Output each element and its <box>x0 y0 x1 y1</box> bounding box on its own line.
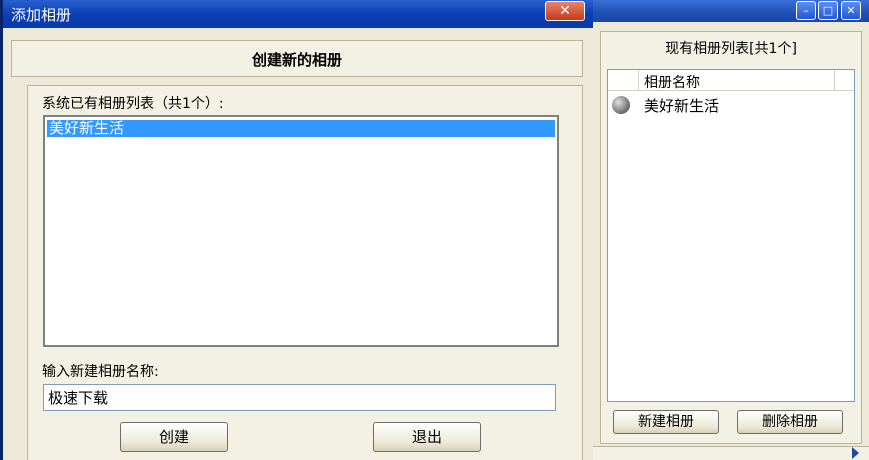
existing-albums-label: 系统已有相册列表（共1个）: <box>42 96 224 112</box>
album-manager-window: – □ ✕ 现有相册列表[共1个] 相册名称 美好新生活 新建相册 删除相册 <box>592 0 869 460</box>
exit-button[interactable]: 退出 <box>373 422 481 452</box>
expand-arrow-icon[interactable] <box>852 447 859 459</box>
dialog-close-button[interactable]: ✕ <box>545 1 585 21</box>
maximize-button[interactable]: □ <box>818 1 838 20</box>
create-button[interactable]: 创建 <box>120 422 228 452</box>
album-list-item[interactable]: 美好新生活 <box>612 94 850 116</box>
bottom-panel-strip <box>592 446 869 460</box>
album-list-header: 相册名称 <box>608 70 854 91</box>
minimize-button[interactable]: – <box>796 1 816 20</box>
column-separator[interactable] <box>638 70 639 90</box>
dialog-header: 创建新的相册 <box>11 40 583 77</box>
existing-album-item[interactable]: 美好新生活 <box>47 120 555 137</box>
dialog-heading: 创建新的相册 <box>251 51 342 69</box>
close-button[interactable]: ✕ <box>841 1 861 20</box>
column-separator[interactable] <box>834 70 835 90</box>
existing-albums-title: 现有相册列表[共1个] <box>665 41 797 57</box>
column-header-album-name[interactable]: 相册名称 <box>644 72 700 92</box>
dialog-title: 添加相册 <box>11 6 72 24</box>
album-globe-icon <box>612 96 630 114</box>
delete-album-button[interactable]: 删除相册 <box>737 410 843 434</box>
new-album-name-label: 输入新建相册名称: <box>42 364 159 380</box>
new-album-button[interactable]: 新建相册 <box>613 410 719 434</box>
album-manager-titlebar: – □ ✕ <box>592 0 869 22</box>
album-list-item-label: 美好新生活 <box>644 97 720 115</box>
existing-albums-panel: 现有相册列表[共1个] 相册名称 美好新生活 新建相册 删除相册 <box>600 31 862 444</box>
album-list[interactable]: 相册名称 美好新生活 <box>607 69 855 402</box>
existing-albums-listbox[interactable]: 美好新生活 <box>43 115 559 347</box>
dialog-body: 系统已有相册列表（共1个）: 美好新生活 输入新建相册名称: 创建 退出 <box>27 85 583 460</box>
dialog-titlebar[interactable]: 添加相册 ✕ <box>3 0 593 28</box>
new-album-name-input[interactable] <box>43 384 556 411</box>
add-album-dialog: 添加相册 ✕ 创建新的相册 系统已有相册列表（共1个）: 美好新生活 输入新建相… <box>0 0 593 460</box>
